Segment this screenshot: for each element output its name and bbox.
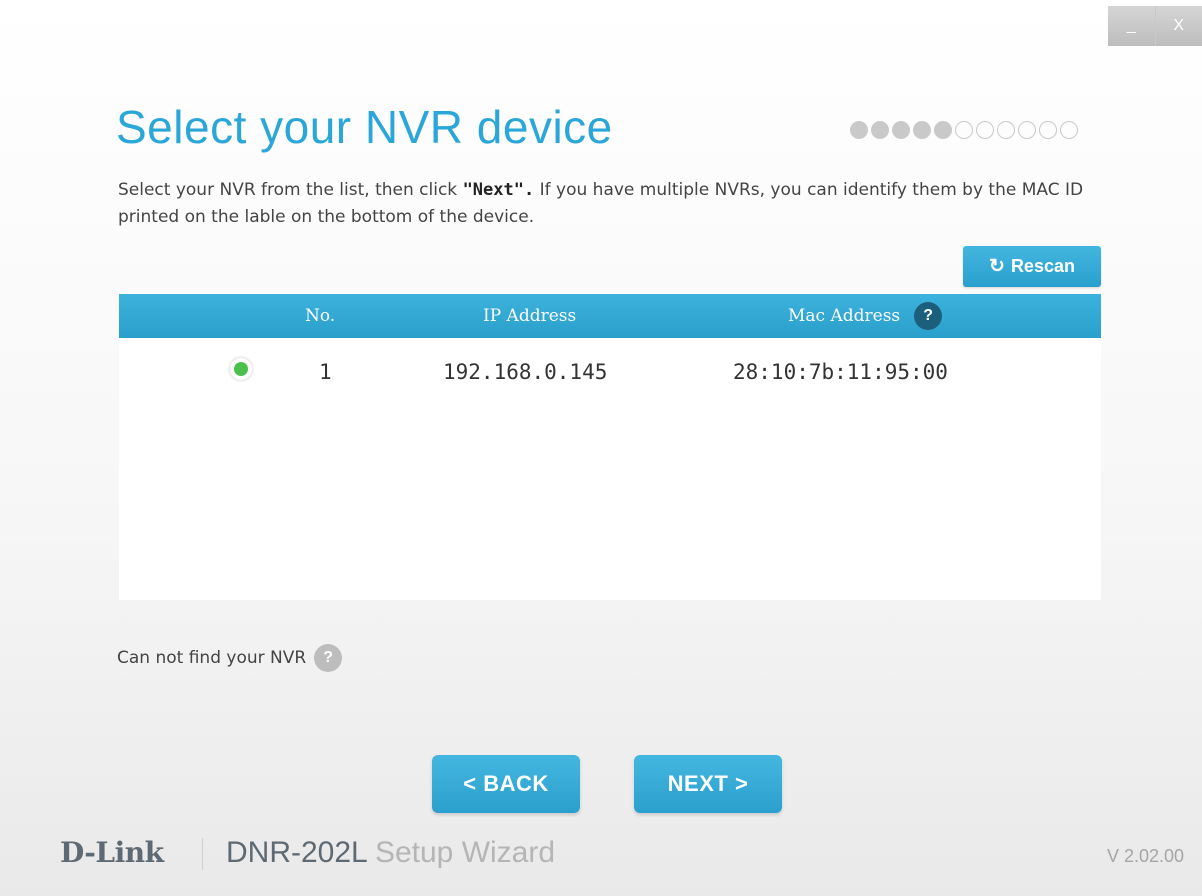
step-dot-pending — [997, 121, 1015, 139]
rescan-label: Rescan — [1010, 256, 1075, 276]
column-header-no: No. — [305, 306, 336, 326]
mac-help-icon[interactable]: ? — [914, 302, 943, 330]
step-progress-indicator — [850, 121, 1078, 139]
step-dot-completed — [913, 121, 931, 139]
step-dot-completed — [934, 121, 952, 139]
window-controls: _ X — [1108, 6, 1202, 46]
next-button[interactable]: NEXT > — [634, 755, 782, 813]
nvr-device-table: No. IP Address Mac Address ? 1 192.168.0… — [119, 294, 1101, 600]
product-suffix: Setup Wizard — [366, 836, 556, 869]
refresh-icon: ↻ — [989, 256, 1005, 277]
instructions-next-emphasis: "Next". — [462, 180, 535, 200]
help-icon[interactable]: ? — [314, 644, 343, 672]
step-dot-pending — [1060, 121, 1078, 139]
instructions-part1: Select your NVR from the list, then clic… — [118, 180, 463, 200]
row-mac-address: 28:10:7b:11:95:00 — [733, 360, 948, 384]
step-dot-pending — [955, 121, 973, 139]
cannot-find-nvr: Can not find your NVR ? — [117, 644, 343, 672]
version-label: V 2.02.00 — [1106, 846, 1184, 866]
row-ip-address: 192.168.0.145 — [443, 360, 608, 384]
row-no: 1 — [319, 360, 332, 384]
cannot-find-label: Can not find your NVR — [117, 648, 307, 668]
instructions-text: Select your NVR from the list, then clic… — [118, 177, 1098, 231]
product-name: DNR-202L — [226, 836, 367, 869]
status-dot-green — [234, 362, 248, 376]
minimize-button[interactable]: _ — [1108, 6, 1156, 46]
step-dot-pending — [1018, 121, 1036, 139]
table-row[interactable]: 1 192.168.0.145 28:10:7b:11:95:00 — [119, 338, 1101, 410]
step-dot-completed — [871, 121, 889, 139]
column-header-ip: IP Address — [483, 306, 577, 326]
dlink-logo: D-Link — [60, 836, 164, 869]
close-button[interactable]: X — [1156, 6, 1202, 46]
page-title: Select your NVR device — [116, 101, 613, 153]
footer-divider — [202, 838, 203, 870]
selected-radio-icon[interactable] — [230, 358, 252, 380]
rescan-button[interactable]: ↻ Rescan — [963, 246, 1101, 287]
product-title: DNR-202L Setup Wizard — [226, 836, 555, 870]
step-dot-completed — [850, 121, 868, 139]
step-dot-pending — [1039, 121, 1057, 139]
column-header-mac-label: Mac Address — [788, 306, 901, 326]
column-header-mac: Mac Address ? — [788, 294, 943, 338]
table-header: No. IP Address Mac Address ? — [119, 294, 1101, 338]
back-button[interactable]: < BACK — [432, 755, 580, 813]
step-dot-completed — [892, 121, 910, 139]
step-dot-pending — [976, 121, 994, 139]
